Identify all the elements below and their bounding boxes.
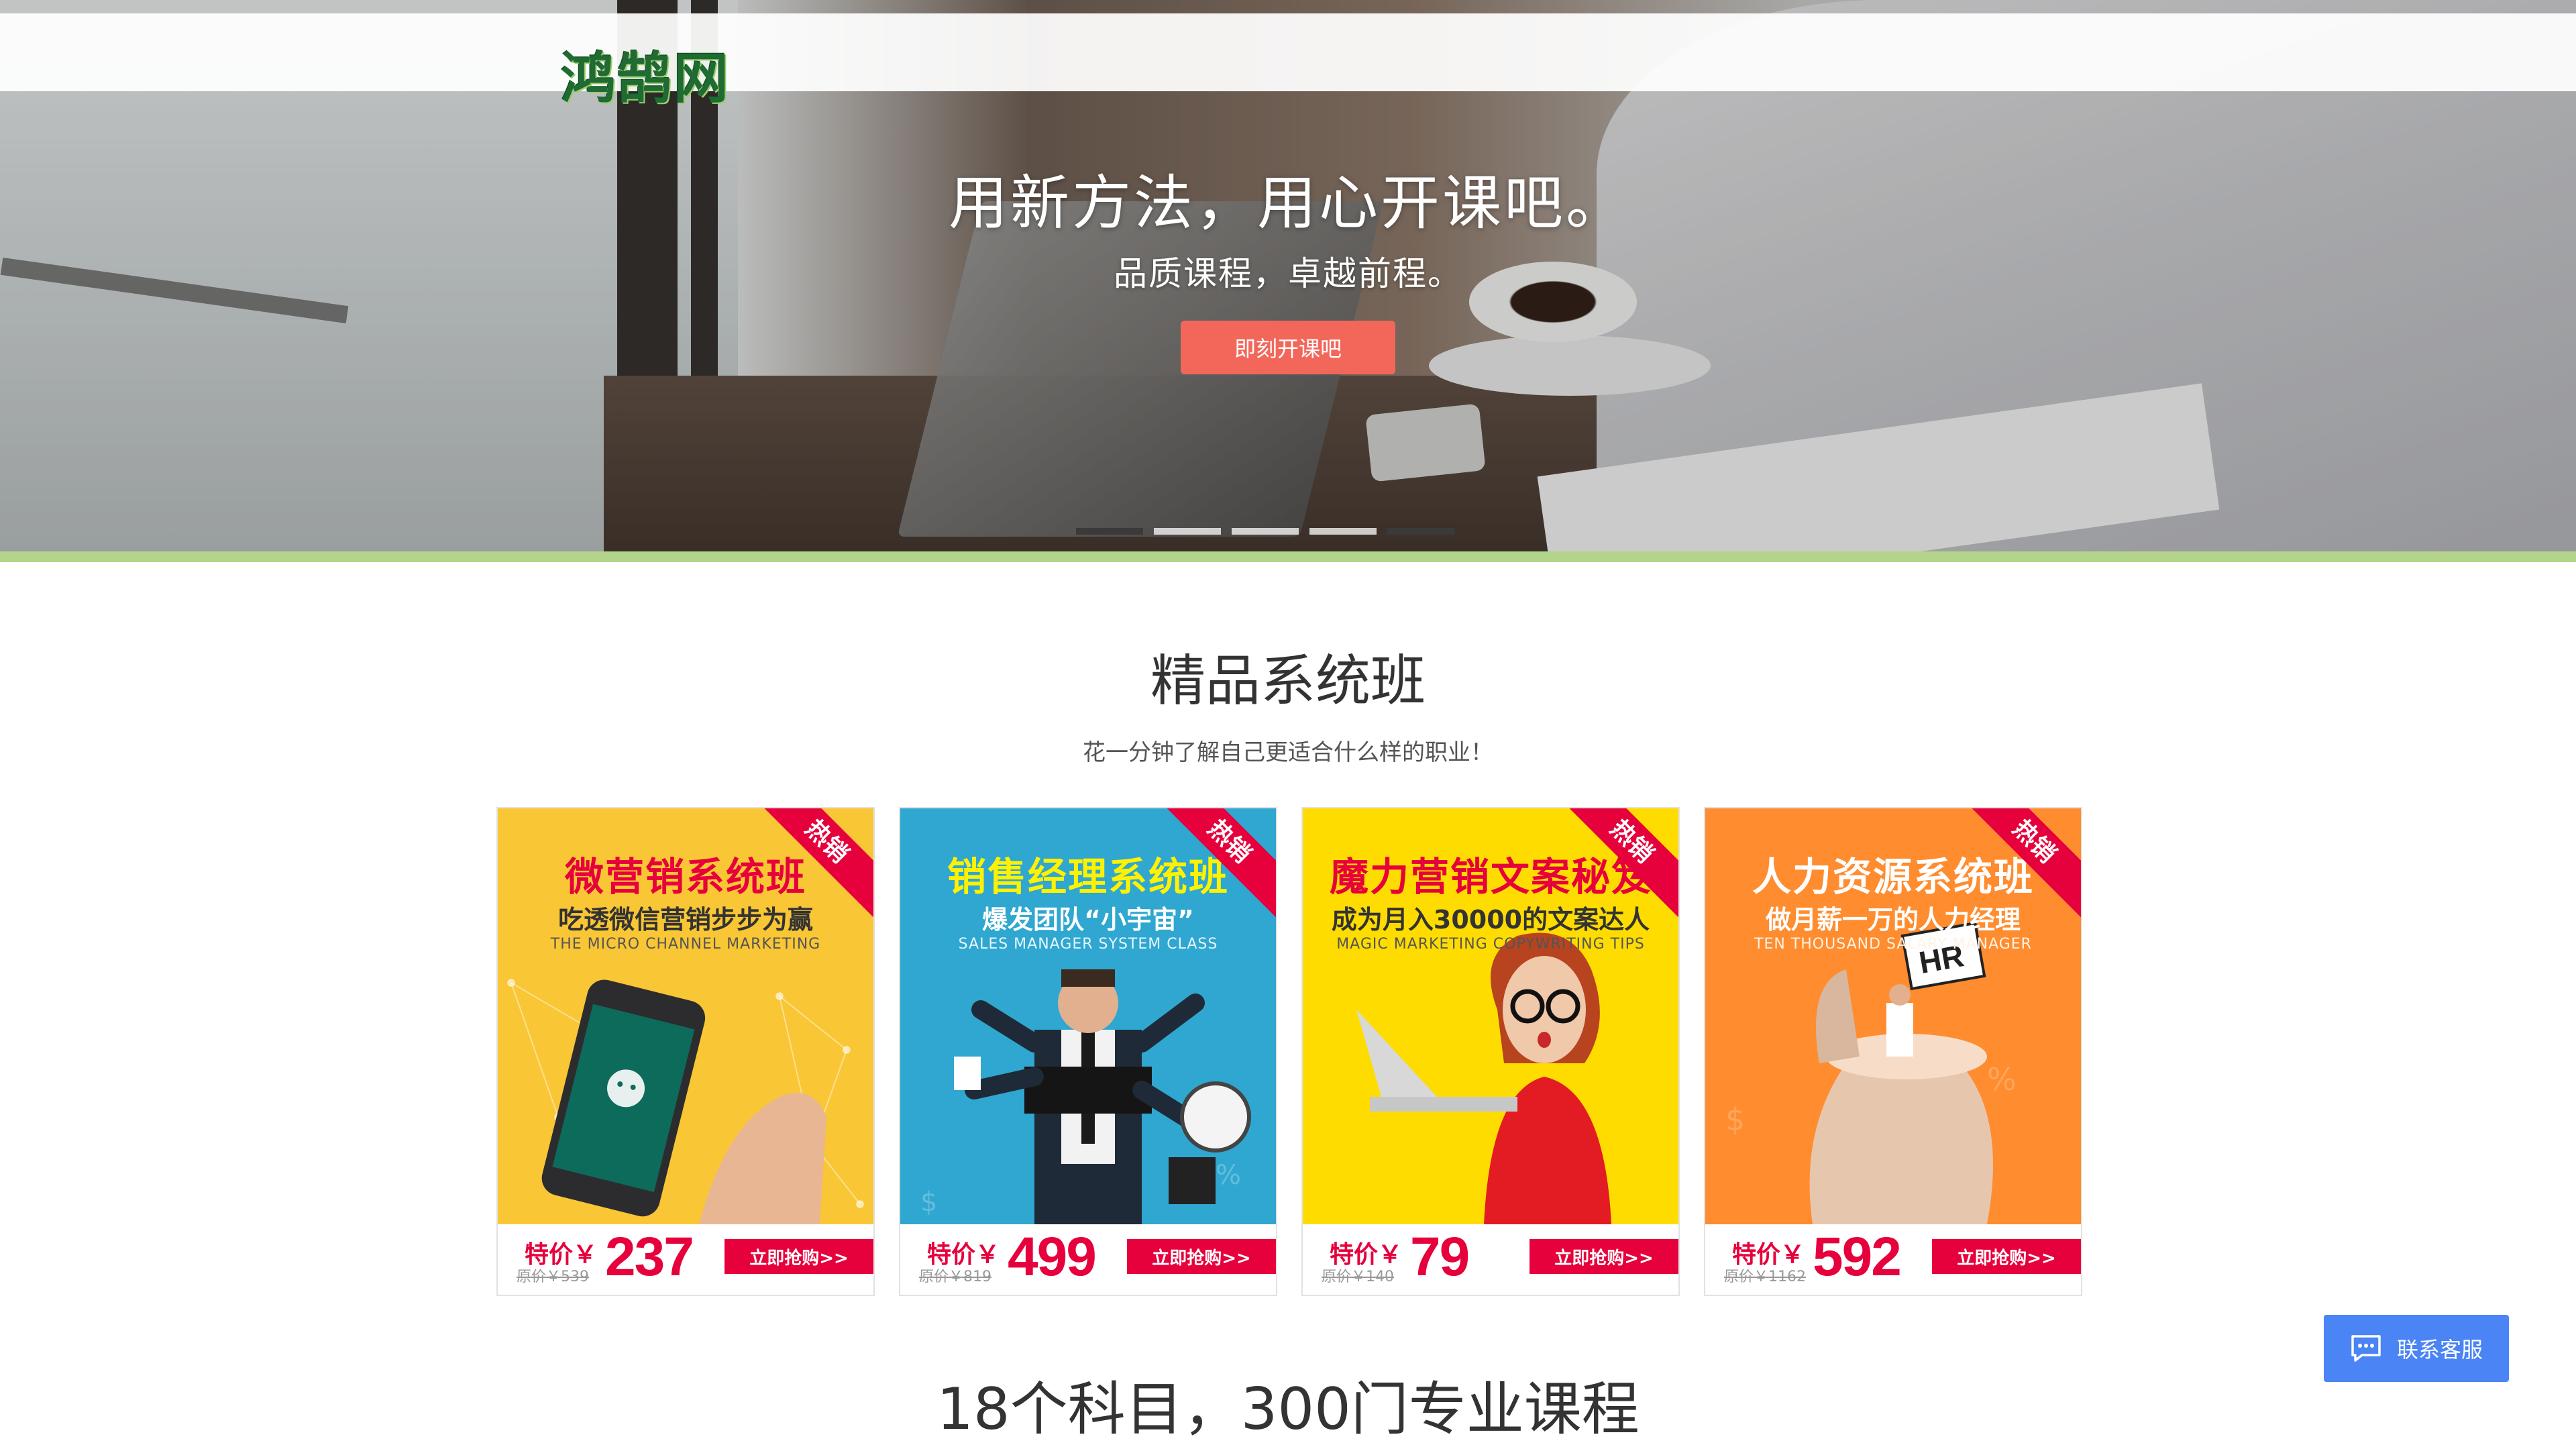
banner-subtitle: 品质课程，卓越前程。 (1114, 254, 1462, 293)
site-logo[interactable]: 鸿鹄网 (561, 34, 730, 113)
top-navbar: 鸿鹄网 (0, 13, 2576, 111)
carousel-dot-5[interactable] (1387, 528, 1454, 535)
price-bar: 特价￥ 原价￥1162 592 立即抢购>> (1705, 1224, 2081, 1295)
carousel-indicators (1076, 528, 1454, 535)
carousel-dot-1[interactable] (1076, 528, 1143, 535)
buy-now-button[interactable]: 立即抢购>> (1932, 1239, 2081, 1274)
svg-text:%: % (1216, 1160, 1241, 1191)
course-poster[interactable]: $% 销售经理系统班 爆发团队“小宇宙” SALES MANAGER SYSTE… (900, 808, 1276, 1224)
banner-divider (0, 551, 2576, 562)
course-english-title: THE MICRO CHANNEL MARKETING (550, 936, 821, 953)
course-card[interactable]: $% HR 人力资源系统班 做月薪一万的人力经理 TEN THOUSAND SA… (1704, 807, 2082, 1296)
svg-text:$: $ (920, 1187, 937, 1218)
sale-price: 592 (1813, 1226, 1902, 1287)
course-english-title: SALES MANAGER SYSTEM CLASS (958, 936, 1218, 953)
price-bar: 特价￥ 原价￥539 237 立即抢购>> (498, 1224, 873, 1295)
buy-now-button[interactable]: 立即抢购>> (1529, 1239, 1678, 1274)
course-card[interactable]: $% 销售经理系统班 爆发团队“小宇宙” SALES MANAGER SYSTE… (899, 807, 1277, 1296)
original-price: 原价￥140 (1322, 1269, 1394, 1285)
course-card[interactable]: 魔力营销文案秘笈 成为月入30000的文案达人 MAGIC MARKETING … (1301, 807, 1680, 1296)
buy-now-button[interactable]: 立即抢购>> (1127, 1239, 1276, 1274)
sale-price: 237 (605, 1226, 694, 1287)
course-card[interactable]: 微营销系统班 吃透微信营销步步为赢 THE MICRO CHANNEL MARK… (496, 807, 875, 1296)
chat-icon (2351, 1335, 2381, 1362)
course-poster[interactable]: 微营销系统班 吃透微信营销步步为赢 THE MICRO CHANNEL MARK… (498, 808, 873, 1224)
buy-now-button[interactable]: 立即抢购>> (724, 1239, 873, 1274)
carousel-dot-3[interactable] (1232, 528, 1299, 535)
original-price: 原价￥1162 (1724, 1269, 1806, 1285)
banner-title: 用新方法，用心开课吧。 (948, 168, 1627, 237)
course-subtitle: 成为月入30000的文案达人 (1331, 905, 1650, 934)
course-poster[interactable]: $% HR 人力资源系统班 做月薪一万的人力经理 TEN THOUSAND SA… (1705, 808, 2081, 1224)
section-title: 18个科目，300门专业课程 (936, 1376, 1640, 1443)
original-price: 原价￥819 (919, 1269, 991, 1285)
section-subtitle: 花一分钟了解自己更适合什么样的职业！ (1083, 739, 1493, 766)
start-course-button[interactable]: 即刻开课吧 (1181, 321, 1395, 374)
course-english-title: MAGIC MARKETING COPYWRITING TIPS (1336, 936, 1645, 953)
course-subtitle: 做月薪一万的人力经理 (1765, 905, 2021, 934)
contact-service-button[interactable]: 联系客服 (2324, 1315, 2509, 1382)
carousel-dot-4[interactable] (1309, 528, 1377, 535)
sale-price: 79 (1410, 1226, 1470, 1287)
course-poster[interactable]: 魔力营销文案秘笈 成为月入30000的文案达人 MAGIC MARKETING … (1303, 808, 1678, 1224)
course-subtitle: 爆发团队“小宇宙” (982, 905, 1194, 934)
svg-text:$: $ (1725, 1102, 1745, 1138)
price-bar: 特价￥ 原价￥819 499 立即抢购>> (900, 1224, 1276, 1295)
sale-price: 499 (1008, 1226, 1097, 1287)
course-english-title: TEN THOUSAND SALARY MANAGER (1754, 936, 2032, 953)
original-price: 原价￥539 (517, 1269, 589, 1285)
contact-service-label: 联系客服 (2396, 1337, 2483, 1362)
svg-text:%: % (1987, 1061, 2017, 1097)
course-subtitle: 吃透微信营销步步为赢 (557, 905, 813, 934)
carousel-dot-2[interactable] (1154, 528, 1221, 535)
section-title: 精品系统班 (1150, 649, 1426, 713)
price-bar: 特价￥ 原价￥140 79 立即抢购>> (1303, 1224, 1678, 1295)
